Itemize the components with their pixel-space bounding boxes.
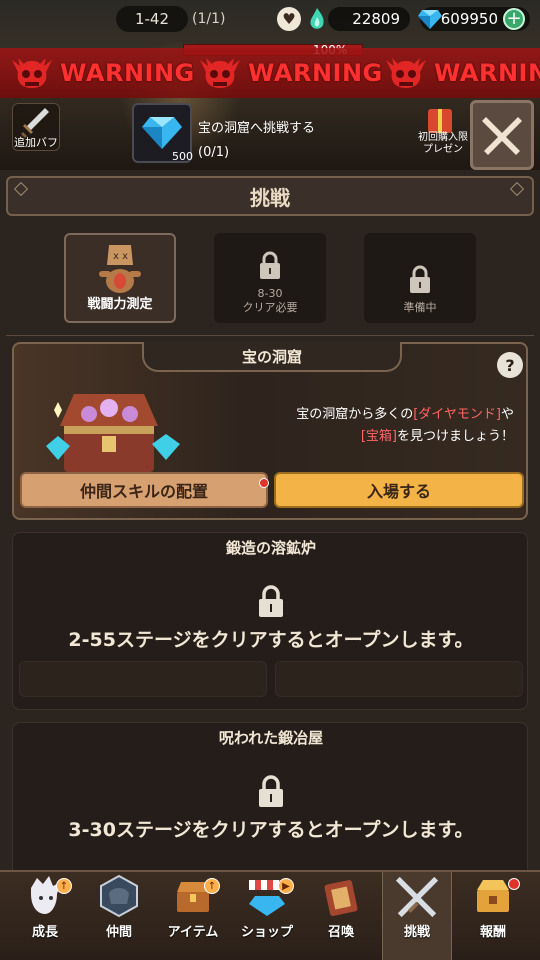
- skill-placement-button[interactable]: 仲間スキルの配置: [20, 472, 269, 508]
- enter-button[interactable]: 入場する: [274, 472, 524, 508]
- crossed-swords-icon: [394, 873, 440, 919]
- close-button[interactable]: [470, 100, 534, 170]
- summon-book-icon: [318, 873, 364, 919]
- forge-furnace-card: 鍛造の溶鉱炉 2-55ステージをクリアするとオープンします。: [12, 532, 528, 710]
- resource-counter: 22809: [328, 7, 410, 31]
- skull-icon: [12, 58, 52, 88]
- tile-power-test[interactable]: x x 戦闘力測定: [64, 233, 176, 323]
- treasure-cave-card: 宝の洞窟 ? 宝の洞窟から多くの[ダイヤモンド]や [宝箱]を見つけましょう！ …: [12, 342, 528, 520]
- skill-placement-label: 仲間スキルの配置: [79, 482, 208, 501]
- stage-count: (1/1): [192, 11, 226, 27]
- crossed-swords-close-icon: [482, 117, 522, 155]
- lock-icon: [260, 251, 280, 279]
- tile-coming-soon[interactable]: 準備中: [364, 233, 476, 323]
- nav-companions-label: 仲間: [105, 925, 132, 940]
- nav-shop[interactable]: ショップ ▶: [232, 872, 302, 960]
- sword-icon: [21, 108, 49, 138]
- quest-progress: (0/1): [198, 145, 230, 160]
- bottom-nav: 成長 ↑ 仲間 アイテム ↑ ショップ ▶ 召喚 挑戦 報酬: [0, 870, 540, 960]
- upgrade-badge: ↑: [56, 878, 72, 894]
- tile-power-test-label: 戦闘力測定: [87, 297, 153, 312]
- desc-text: 宝の洞窟から多くの: [296, 407, 414, 422]
- nav-summon[interactable]: 召喚: [306, 872, 376, 960]
- nav-items-label: アイテム: [167, 925, 219, 940]
- desc-text: や: [500, 407, 514, 422]
- treasure-cave-description: 宝の洞窟から多くの[ダイヤモンド]や [宝箱]を見つけましょう！: [234, 404, 514, 448]
- notification-dot: [259, 478, 269, 488]
- challenge-panel: 挑戦 x x 戦闘力測定 8-30 クリア必要 準備中 宝の洞窟 ? 宝の洞窟か…: [0, 170, 540, 900]
- tile-coming-soon-label: 準備中: [403, 301, 437, 314]
- desc-highlight-diamond: [ダイヤモンド]: [413, 407, 501, 422]
- tile-locked-stage-sub: 8-30: [257, 287, 283, 300]
- forge-furnace-unlock-message: 2-55ステージをクリアするとオープンします。: [68, 629, 474, 651]
- top-status-bar: 1-42 (1/1) ♥ 22809 609950 +: [0, 2, 540, 36]
- training-dummy-icon: x x: [99, 245, 141, 293]
- companion-hood-icon: [96, 873, 142, 919]
- svg-text:x x: x x: [113, 251, 128, 262]
- tile-locked-stage[interactable]: 8-30 クリア必要: [214, 233, 326, 323]
- treasure-cave-title: 宝の洞窟: [142, 342, 402, 372]
- notification-dot: [508, 878, 520, 890]
- desc-text: を見つけましょう！: [396, 429, 514, 444]
- enter-label: 入場する: [366, 482, 431, 501]
- quest-title[interactable]: 宝の洞窟へ挑戦する: [198, 117, 315, 136]
- treasure-chest-icon: [46, 394, 180, 472]
- nav-growth[interactable]: 成長 ↑: [10, 872, 80, 960]
- lock-icon: [259, 585, 283, 617]
- soul-flame-icon: [307, 6, 327, 32]
- skull-icon: [200, 58, 240, 88]
- warning-text: WARNING: [434, 59, 540, 87]
- nav-challenge-label: 挑戦: [403, 925, 430, 940]
- nav-companions[interactable]: 仲間: [84, 872, 154, 960]
- nav-summon-label: 召喚: [327, 925, 354, 940]
- ghost-button: [19, 661, 267, 697]
- skull-icon: [386, 58, 426, 88]
- first-purchase-promo-label: 初回購入限 プレゼン: [418, 132, 468, 155]
- panel-title: 挑戦: [6, 176, 534, 216]
- forge-furnace-title: 鍛造の溶鉱炉: [225, 539, 316, 557]
- upgrade-badge: ↑: [204, 878, 220, 894]
- tile-locked-stage-label: クリア必要: [242, 301, 298, 314]
- divider: [6, 335, 534, 336]
- nav-rewards[interactable]: 報酬: [458, 872, 528, 960]
- desc-highlight-chest: [宝箱]: [360, 429, 397, 444]
- diamond-icon: [418, 8, 442, 30]
- help-button[interactable]: ?: [497, 352, 523, 378]
- nav-growth-label: 成長: [31, 925, 58, 940]
- add-gems-button[interactable]: +: [503, 8, 525, 30]
- quest-reward-amount: 500: [172, 150, 193, 163]
- warning-text: WARNING: [248, 59, 383, 87]
- panel-title-text: 挑戦: [250, 185, 290, 210]
- stage-indicator[interactable]: 1-42: [116, 6, 188, 32]
- ghost-button: [275, 661, 523, 697]
- heart-icon: ♥: [277, 7, 301, 31]
- extra-buff-label: 追加バフ: [14, 136, 58, 149]
- nav-rewards-label: 報酬: [479, 925, 506, 940]
- cursed-smithy-unlock-message: 3-30ステージをクリアするとオープンします。: [68, 819, 474, 841]
- lock-icon: [259, 775, 283, 807]
- lock-icon: [410, 265, 430, 293]
- nav-shop-label: ショップ: [240, 925, 293, 940]
- warning-text: WARNING: [60, 59, 195, 87]
- play-badge: ▶: [278, 878, 294, 894]
- nav-challenge[interactable]: 挑戦: [382, 872, 452, 960]
- warning-banner: WARNING WARNING WARNING: [0, 48, 540, 98]
- diamond-icon: [142, 117, 182, 149]
- nav-items[interactable]: アイテム ↑: [158, 872, 228, 960]
- cursed-smithy-title: 呪われた鍛冶屋: [218, 729, 324, 747]
